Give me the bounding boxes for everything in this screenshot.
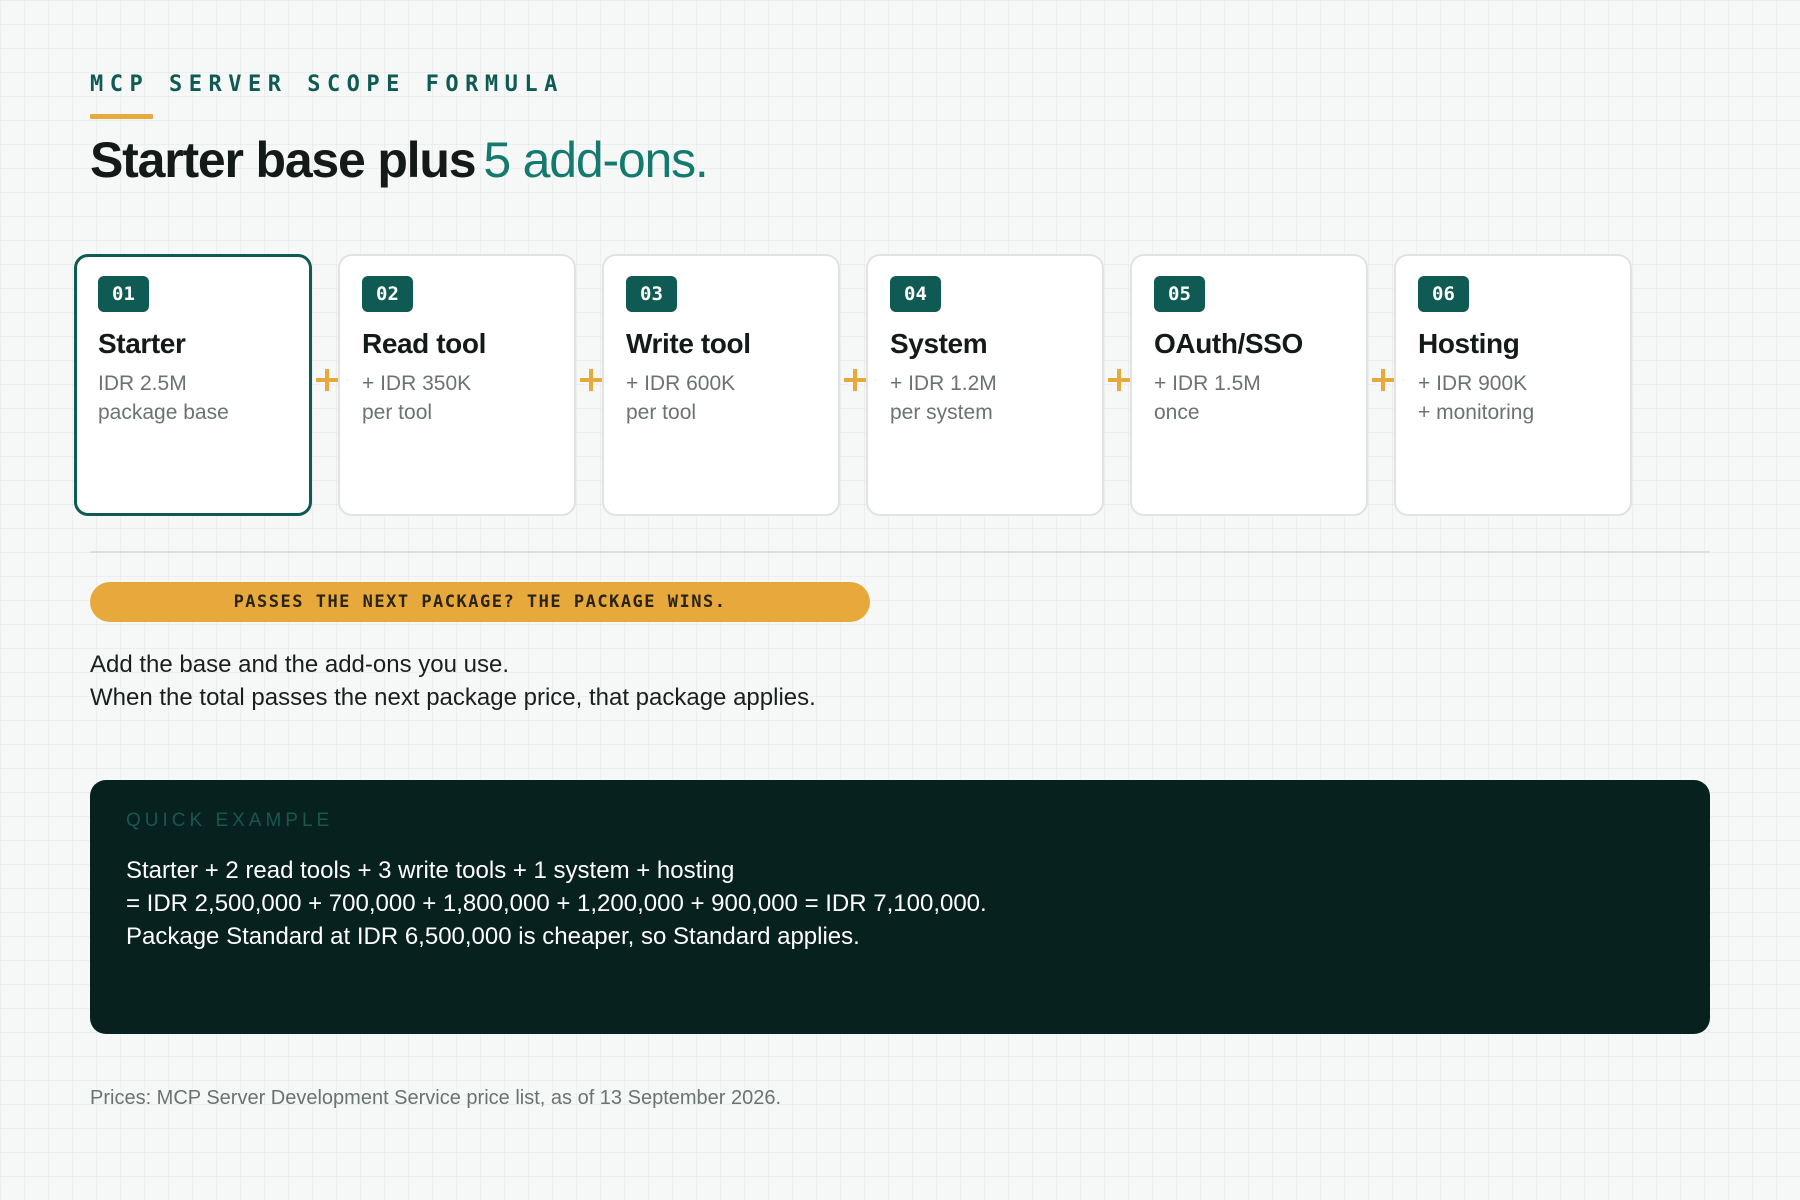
description-line: Add the base and the add-ons you use.	[90, 651, 509, 678]
step-number-badge: 05	[1154, 276, 1205, 312]
step-title: OAuth/SSO	[1154, 328, 1303, 359]
step-number-badge: 04	[890, 276, 941, 312]
page-title: Starter base plus 5 add-ons.	[90, 128, 709, 192]
step-price: + IDR 1.5M	[1154, 372, 1261, 395]
step-card-system: 04 System + IDR 1.2M per system	[866, 254, 1104, 516]
page-title-strong: Starter base plus	[90, 132, 477, 188]
description-line: When the total passes the next package p…	[90, 684, 816, 711]
step-unit: per tool	[362, 401, 433, 424]
step-number-badge: 01	[98, 276, 149, 312]
step-title: Write tool	[626, 328, 751, 359]
step-title: System	[890, 328, 988, 359]
example-line: Starter + 2 read tools + 3 write tools +…	[126, 857, 735, 884]
price-source-footnote: Prices: MCP Server Development Service p…	[90, 1087, 782, 1109]
step-number-badge: 06	[1418, 276, 1469, 312]
step-unit: + monitoring	[1418, 401, 1535, 424]
quick-example-panel: QUICK EXAMPLE Starter + 2 read tools + 3…	[90, 780, 1710, 1034]
step-unit: per tool	[626, 401, 697, 424]
step-unit: per system	[890, 401, 993, 424]
step-price: + IDR 350K	[362, 372, 472, 395]
section-divider	[90, 551, 1710, 553]
example-line: Package Standard at IDR 6,500,000 is che…	[126, 923, 860, 950]
step-price: + IDR 600K	[626, 372, 736, 395]
rule-pill: PASSES THE NEXT PACKAGE? THE PACKAGE WIN…	[90, 582, 870, 622]
plus-icon	[580, 368, 604, 392]
formula-description: Add the base and the add-ons you use. Wh…	[90, 648, 816, 714]
step-price: + IDR 900K	[1418, 372, 1528, 395]
step-number-badge: 03	[626, 276, 677, 312]
step-price: IDR 2.5M	[98, 372, 187, 395]
quick-example-label: QUICK EXAMPLE	[126, 810, 334, 831]
plus-icon	[1108, 368, 1132, 392]
example-line: = IDR 2,500,000 + 700,000 + 1,800,000 + …	[126, 890, 987, 917]
step-title: Starter	[98, 328, 186, 359]
plus-icon	[844, 368, 868, 392]
step-title: Read tool	[362, 328, 486, 359]
step-card-read-tool: 02 Read tool + IDR 350K per tool	[338, 254, 576, 516]
step-number-badge: 02	[362, 276, 413, 312]
page-title-accent: 5 add-ons.	[483, 132, 708, 188]
step-card-hosting: 06 Hosting + IDR 900K + monitoring	[1394, 254, 1632, 516]
step-card-write-tool: 03 Write tool + IDR 600K per tool	[602, 254, 840, 516]
step-price: + IDR 1.2M	[890, 372, 997, 395]
step-card-oauth-sso: 05 OAuth/SSO + IDR 1.5M once	[1130, 254, 1368, 516]
eyebrow-label: MCP SERVER SCOPE FORMULA	[90, 72, 564, 97]
step-title: Hosting	[1418, 328, 1520, 359]
plus-icon	[316, 368, 340, 392]
plus-icon	[1372, 368, 1396, 392]
step-card-starter: 01 Starter IDR 2.5M package base	[74, 254, 312, 516]
step-unit: package base	[98, 401, 229, 424]
quick-example-body: Starter + 2 read tools + 3 write tools +…	[126, 854, 987, 953]
step-unit: once	[1154, 401, 1200, 424]
eyebrow-underline	[90, 114, 153, 119]
